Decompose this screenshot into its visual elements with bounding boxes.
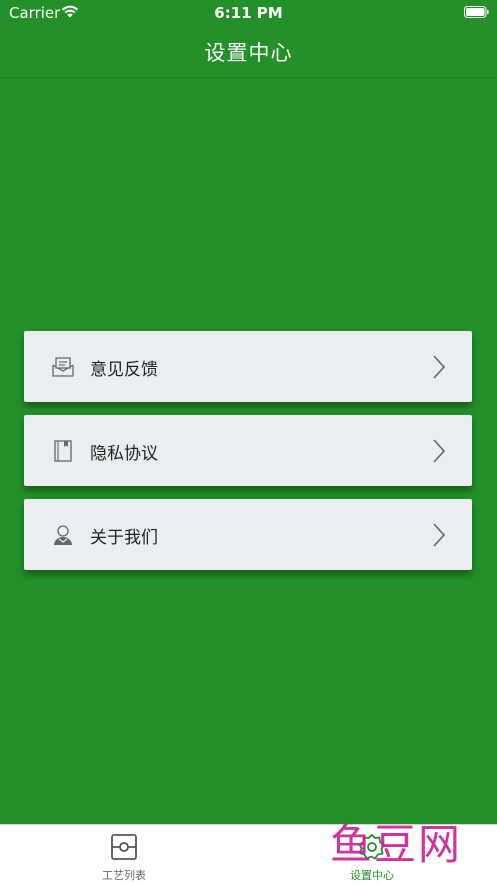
status-time: 6:11 PM (214, 4, 283, 22)
watermark-logo: 鱼豆网 (330, 820, 463, 869)
menu-item-label: 隐私协议 (90, 444, 158, 464)
chevron-right-icon (433, 355, 446, 379)
tab-process-list[interactable]: 工艺列表 (0, 825, 248, 884)
battery-icon (464, 6, 489, 18)
person-icon (54, 525, 72, 545)
process-list-icon (111, 834, 137, 860)
menu-item-label: 关于我们 (90, 528, 158, 548)
menu-item-feedback[interactable]: 意见反馈 (24, 331, 472, 402)
menu-item-label: 意见反馈 (90, 360, 158, 380)
chevron-right-icon (433, 523, 446, 547)
mail-feedback-icon (52, 357, 74, 377)
chevron-right-icon (433, 439, 446, 463)
menu-item-about[interactable]: 关于我们 (24, 499, 472, 570)
status-bar: Carrier 6:11 PM (0, 0, 497, 26)
book-icon (54, 440, 72, 462)
page-title: 设置中心 (204, 41, 293, 65)
nav-bar: 设置中心 (0, 26, 497, 78)
tab-label: 工艺列表 (102, 869, 146, 882)
menu-item-privacy[interactable]: 隐私协议 (24, 415, 472, 486)
